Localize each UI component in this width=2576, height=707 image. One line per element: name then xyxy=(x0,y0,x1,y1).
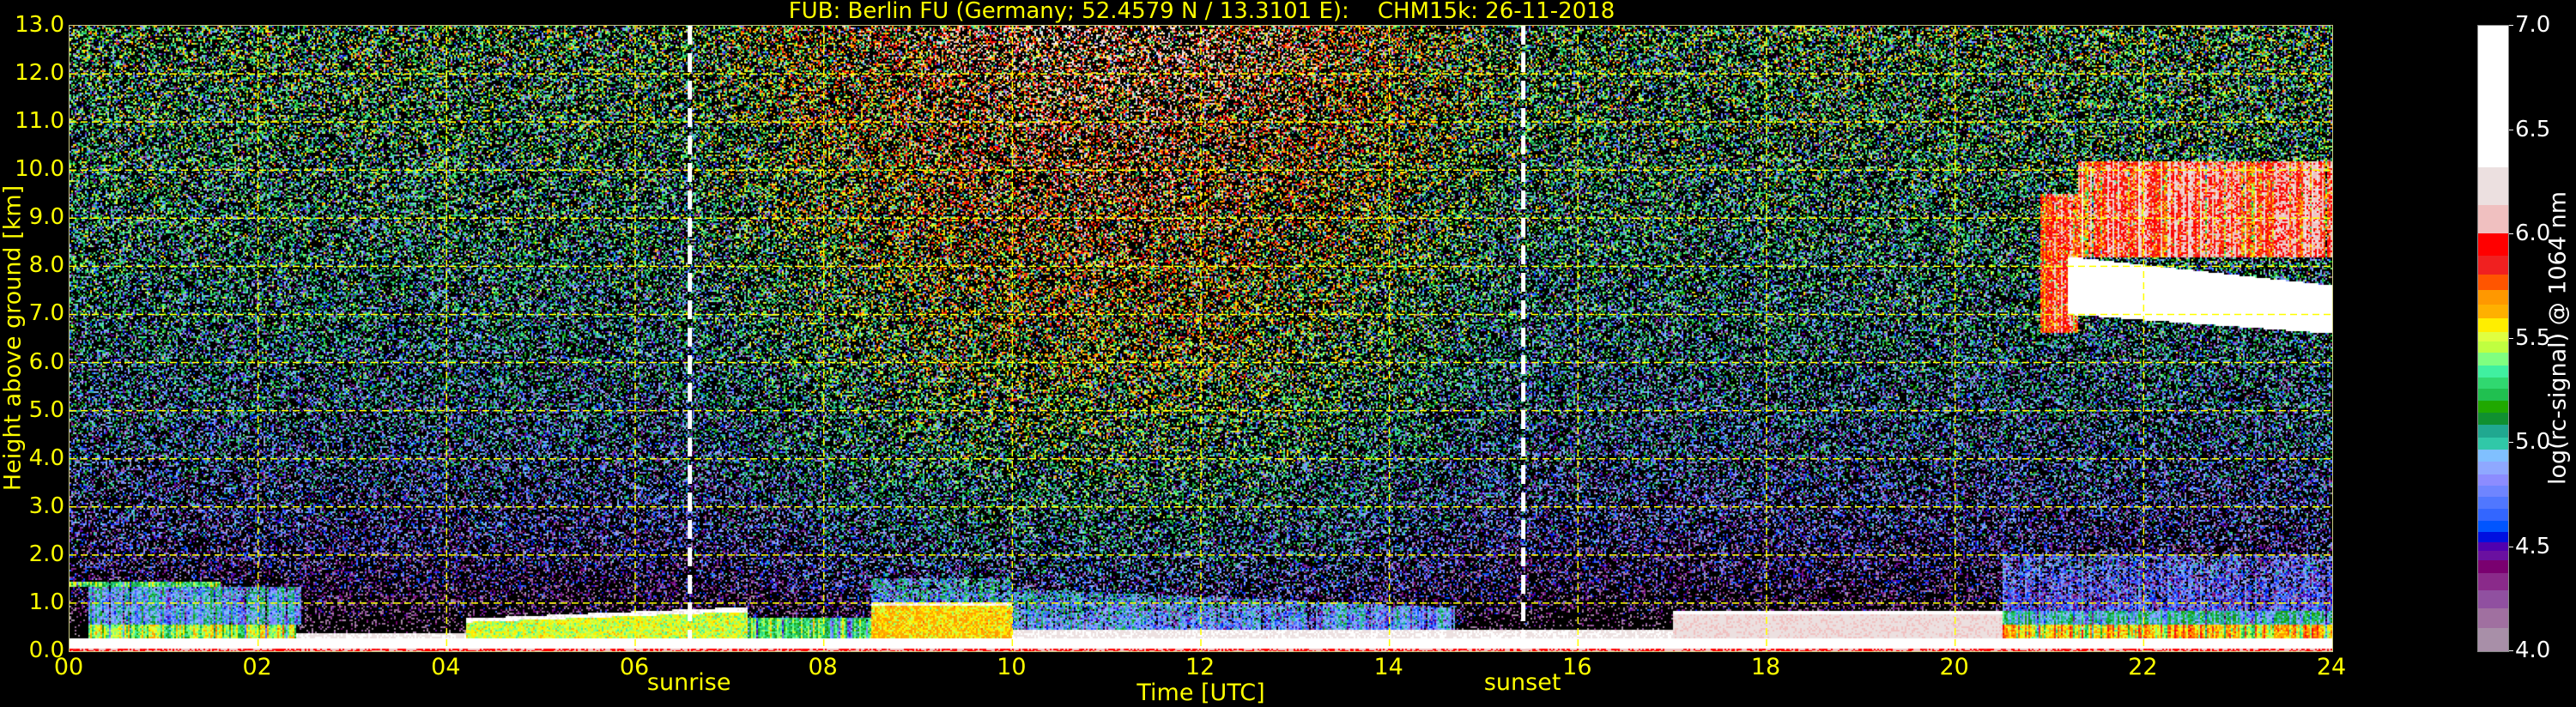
x-tick-label: 22 xyxy=(2128,654,2158,680)
x-tick-label: 04 xyxy=(431,654,461,680)
x-tick-label: 02 xyxy=(242,654,272,680)
chart-title: FUB: Berlin FU (Germany; 52.4579 N / 13.… xyxy=(788,0,1615,24)
colorbar-tick-label: 4.0 xyxy=(2515,638,2551,663)
colorbar-tick-mark xyxy=(2509,337,2513,339)
colorbar-segment xyxy=(2478,233,2508,257)
x-tick-label: 18 xyxy=(1750,654,1781,680)
colorbar-segment xyxy=(2478,166,2508,206)
y-tick-label: 1.0 xyxy=(28,589,64,615)
y-tick-label: 13.0 xyxy=(15,12,64,38)
colorbar-segment xyxy=(2478,388,2508,402)
y-tick-label: 7.0 xyxy=(28,300,64,327)
colorbar-segment xyxy=(2478,341,2508,354)
colorbar-segment xyxy=(2478,572,2508,591)
x-tick-label: 16 xyxy=(1562,654,1592,680)
colorbar-segment xyxy=(2478,289,2508,305)
colorbar-segment xyxy=(2478,317,2508,332)
colorbar-segment xyxy=(2478,255,2508,275)
colorbar-tick-mark xyxy=(2509,650,2513,651)
colorbar-segment xyxy=(2478,541,2508,552)
x-tick-label: 08 xyxy=(808,654,838,680)
y-tick-label: 6.0 xyxy=(28,348,64,375)
colorbar-segment xyxy=(2478,508,2508,521)
colorbar-segment xyxy=(2478,331,2508,342)
x-tick-label: 00 xyxy=(53,654,84,680)
y-tick-label: 12.0 xyxy=(15,60,64,87)
colorbar-tick-mark xyxy=(2509,25,2513,26)
colorbar-segment xyxy=(2478,412,2508,426)
colorbar-label: log(rc-signal) @ 1064 nm xyxy=(2544,190,2572,486)
y-axis-label: Height above ground [km] xyxy=(0,184,27,492)
sunset-label: sunset xyxy=(1483,669,1561,696)
colorbar-tick-mark xyxy=(2509,442,2513,443)
y-tick-label: 11.0 xyxy=(15,108,64,135)
colorbar-segment xyxy=(2478,461,2508,475)
x-tick-label: 10 xyxy=(997,654,1027,680)
colorbar-segment xyxy=(2478,559,2508,573)
colorbar-tick-label: 6.5 xyxy=(2515,116,2551,142)
colorbar-segment xyxy=(2478,352,2508,366)
colorbar-segment xyxy=(2478,437,2508,450)
colorbar-tick-label: 4.5 xyxy=(2515,533,2551,559)
colorbar-segment xyxy=(2478,474,2508,486)
colorbar xyxy=(2477,25,2509,652)
colorbar-tick-label: 7.0 xyxy=(2515,12,2551,38)
colorbar-segment xyxy=(2478,377,2508,390)
colorbar-segment xyxy=(2478,26,2508,167)
colorbar-tick-mark xyxy=(2509,233,2513,234)
x-axis-label: Time [UTC] xyxy=(1136,680,1265,706)
colorbar-segment xyxy=(2478,485,2508,498)
colorbar-segment xyxy=(2478,274,2508,290)
colorbar-segment xyxy=(2478,449,2508,462)
colorbar-segment xyxy=(2478,531,2508,542)
y-tick-label: 3.0 xyxy=(28,492,64,519)
y-tick-label: 9.0 xyxy=(28,204,64,231)
y-tick-label: 8.0 xyxy=(28,252,64,279)
colorbar-segment xyxy=(2478,204,2508,234)
x-tick-label: 24 xyxy=(2316,654,2347,680)
y-tick-label: 5.0 xyxy=(28,396,64,423)
x-tick-label: 20 xyxy=(1939,654,1969,680)
colorbar-segment xyxy=(2478,550,2508,560)
y-tick-label: 2.0 xyxy=(28,541,64,567)
x-tick-label: 14 xyxy=(1373,654,1403,680)
x-tick-label: 06 xyxy=(619,654,650,680)
x-tick-label: 12 xyxy=(1185,654,1215,680)
colorbar-segment xyxy=(2478,424,2508,438)
grid-overlay xyxy=(70,26,2332,651)
y-tick-label: 10.0 xyxy=(15,156,64,183)
colorbar-segment xyxy=(2478,589,2508,609)
colorbar-segment xyxy=(2478,365,2508,378)
y-tick-label: 4.0 xyxy=(28,444,64,471)
colorbar-segment xyxy=(2478,496,2508,509)
colorbar-segment xyxy=(2478,520,2508,533)
colorbar-segment xyxy=(2478,607,2508,628)
plot-area xyxy=(69,25,2333,652)
sunrise-label: sunrise xyxy=(646,669,731,696)
colorbar-segment xyxy=(2478,627,2508,652)
colorbar-segment xyxy=(2478,304,2508,318)
colorbar-segment xyxy=(2478,400,2508,414)
